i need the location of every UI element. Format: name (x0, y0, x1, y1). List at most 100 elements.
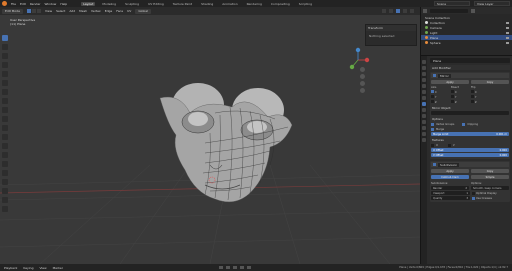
u-checkbox[interactable] (431, 143, 434, 147)
flip-y-checkbox[interactable] (471, 95, 474, 98)
add-cube-icon[interactable] (2, 107, 8, 113)
ortho-toggle-icon[interactable] (360, 88, 365, 93)
xray-icon[interactable] (389, 9, 393, 13)
outliner-search-input[interactable] (430, 8, 468, 13)
scene-tab-icon[interactable] (422, 84, 426, 88)
mirror-name-field[interactable]: Mirror (438, 73, 451, 78)
render-levels-field[interactable]: Render 2 (431, 186, 469, 190)
visibility-icon[interactable] (506, 41, 509, 44)
tab-layout[interactable]: Layout (81, 1, 96, 6)
constraints-tab-icon[interactable] (422, 120, 426, 124)
catmull-clark-button[interactable]: Catmull-Clark (431, 175, 469, 179)
mirror-modifier-header[interactable]: Mirror (431, 73, 509, 78)
bisect-x-checkbox[interactable] (451, 90, 454, 93)
menu-file[interactable]: File (11, 2, 16, 6)
transform-icon[interactable] (2, 80, 8, 86)
tab-shading[interactable]: Shading (199, 2, 215, 6)
tab-texture-paint[interactable]: Texture Paint (171, 2, 194, 6)
scale-icon[interactable] (2, 71, 8, 77)
overlay-icon[interactable] (382, 9, 386, 13)
bisect-z-checkbox[interactable] (451, 100, 454, 103)
vertex-select-icon[interactable] (26, 9, 31, 13)
select-box-icon[interactable] (2, 35, 8, 41)
clipping-checkbox[interactable] (462, 122, 466, 126)
simple-button[interactable]: Simple (471, 175, 509, 179)
menu-select[interactable]: Select (56, 9, 65, 13)
tab-uv-editing[interactable]: UV Editing (146, 2, 166, 6)
outliner-row-sphere[interactable]: Sphere (421, 40, 512, 45)
3d-viewport[interactable]: User Perspective (11) Plane Transform No… (0, 15, 420, 264)
menu-render[interactable]: Render (30, 2, 41, 6)
z-axis-icon[interactable] (355, 47, 361, 53)
menu-uv[interactable]: UV (127, 9, 131, 13)
view-layer-selector[interactable]: View Layer (474, 1, 510, 6)
merge-limit-field[interactable]: Merge Limit 0.001 m (431, 132, 509, 136)
add-modifier-dropdown[interactable]: Add Modifier (430, 65, 510, 70)
face-select-icon[interactable] (36, 9, 41, 13)
pan-icon[interactable] (360, 74, 365, 79)
u-offset-field[interactable]: U Offset 0.000 (431, 148, 509, 152)
knife-icon[interactable] (2, 152, 8, 158)
data-tab-icon[interactable] (422, 126, 426, 130)
prev-keyframe-icon[interactable] (225, 266, 230, 269)
jump-end-icon[interactable] (246, 266, 251, 269)
render-tab-icon[interactable] (422, 66, 426, 70)
next-keyframe-icon[interactable] (239, 266, 244, 269)
menu-face[interactable]: Face (116, 9, 123, 13)
blender-logo-icon[interactable] (2, 1, 7, 6)
annotate-icon[interactable] (2, 89, 8, 95)
keying-menu[interactable]: Keying (23, 266, 33, 270)
smooth-icon[interactable] (2, 179, 8, 185)
mirror-apply-button[interactable]: Apply (431, 80, 469, 84)
tab-animation[interactable]: Animation (220, 2, 239, 6)
axis-y-checkbox[interactable] (431, 95, 434, 98)
menu-window[interactable]: Window (45, 2, 57, 6)
view-layer-tab-icon[interactable] (422, 78, 426, 82)
tab-modeling[interactable]: Modeling (100, 2, 118, 6)
filter-icon[interactable] (471, 8, 475, 13)
zoom-icon[interactable] (360, 67, 365, 72)
rotate-icon[interactable] (2, 62, 8, 68)
visibility-icon[interactable] (506, 36, 509, 39)
vertex-groups-checkbox[interactable] (431, 122, 434, 126)
inset-icon[interactable] (2, 125, 8, 131)
visibility-icon[interactable] (506, 31, 509, 34)
spin-icon[interactable] (2, 170, 8, 176)
object-name-field[interactable]: Plane (430, 58, 510, 63)
menu-mesh[interactable]: Mesh (79, 9, 87, 13)
edge-select-icon[interactable] (31, 9, 36, 13)
mirror-copy-button[interactable]: Copy (471, 80, 509, 84)
scene-selector[interactable]: Scene (434, 1, 470, 6)
menu-view[interactable]: View (45, 9, 52, 13)
camera-view-icon[interactable] (360, 81, 365, 86)
play-icon[interactable] (232, 266, 237, 269)
extrude-icon[interactable] (2, 116, 8, 122)
physics-tab-icon[interactable] (422, 114, 426, 118)
mirror-object-field[interactable] (431, 111, 509, 115)
subdivision-apply-button[interactable]: Apply (431, 169, 469, 173)
view-menu[interactable]: View (39, 266, 46, 270)
optimal-display-checkbox[interactable] (472, 191, 475, 195)
material-shading-icon[interactable] (403, 9, 407, 13)
solid-shading-icon[interactable] (396, 9, 400, 13)
y-axis-icon[interactable] (349, 64, 355, 70)
jump-start-icon[interactable] (218, 266, 223, 269)
playback-menu[interactable]: Playback (4, 266, 17, 270)
cursor-icon[interactable] (2, 44, 8, 50)
use-creases-checkbox[interactable] (472, 196, 475, 200)
axis-z-checkbox[interactable] (431, 100, 434, 103)
world-tab-icon[interactable] (422, 90, 426, 94)
marker-menu[interactable]: Marker (53, 266, 63, 270)
menu-vertex[interactable]: Vertex (91, 9, 101, 13)
menu-help[interactable]: Help (60, 2, 67, 6)
texture-tab-icon[interactable] (422, 138, 426, 142)
particles-tab-icon[interactable] (422, 108, 426, 112)
x-axis-icon[interactable] (364, 57, 370, 63)
menu-edit[interactable]: Edit (20, 2, 26, 6)
v-offset-field[interactable]: V Offset 0.000 (431, 153, 509, 157)
subdivision-modifier-header[interactable]: Subdivision (431, 162, 509, 167)
viewport-levels-field[interactable]: Viewport 1 (431, 191, 470, 195)
move-icon[interactable] (2, 53, 8, 59)
loop-cut-icon[interactable] (2, 143, 8, 149)
material-tab-icon[interactable] (422, 132, 426, 136)
